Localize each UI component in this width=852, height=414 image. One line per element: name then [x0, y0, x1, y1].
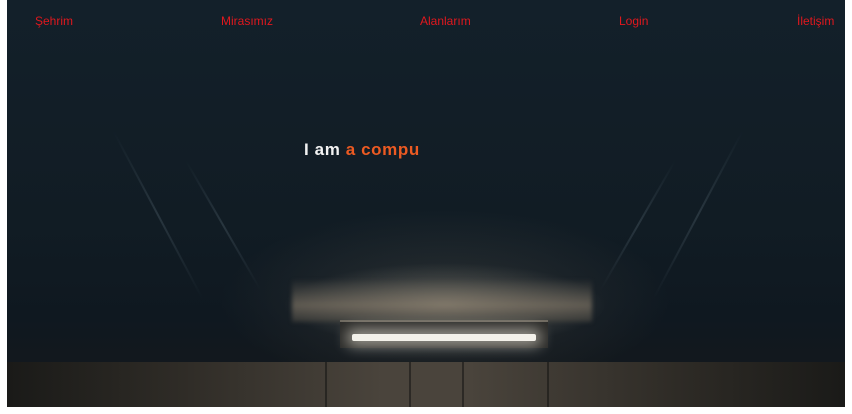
ceiling-beam-right-inner — [599, 159, 677, 291]
floor-seam — [325, 362, 327, 407]
hero-banner — [7, 0, 845, 407]
lit-ceiling-slab — [292, 280, 592, 322]
fluorescent-lamp — [352, 334, 536, 341]
page: Şehrim Mirasımız Alanlarım Login İletişi… — [0, 0, 852, 414]
nav-link-alanlarim[interactable]: Alanlarım — [420, 13, 471, 29]
nav-link-login[interactable]: Login — [619, 13, 648, 29]
headline-typed-text: a compu — [345, 140, 420, 159]
nav-link-sehrim[interactable]: Şehrim — [35, 13, 73, 29]
floor-seam — [462, 362, 464, 407]
top-navigation: Şehrim Mirasımız Alanlarım Login İletişi… — [0, 13, 852, 31]
hero-headline: I am a compu — [304, 140, 420, 160]
concrete-floor — [7, 362, 845, 407]
ceiling-beam-left — [112, 130, 204, 300]
headline-static-text: I am — [304, 140, 341, 159]
floor-seam — [547, 362, 549, 407]
nav-link-mirasimiz[interactable]: Mirasımız — [221, 13, 273, 29]
ceiling-beam-left-inner — [184, 159, 262, 291]
ceiling-beam-right — [652, 130, 744, 300]
floor-seam — [409, 362, 411, 407]
nav-link-iletisim[interactable]: İletişim — [797, 13, 834, 29]
